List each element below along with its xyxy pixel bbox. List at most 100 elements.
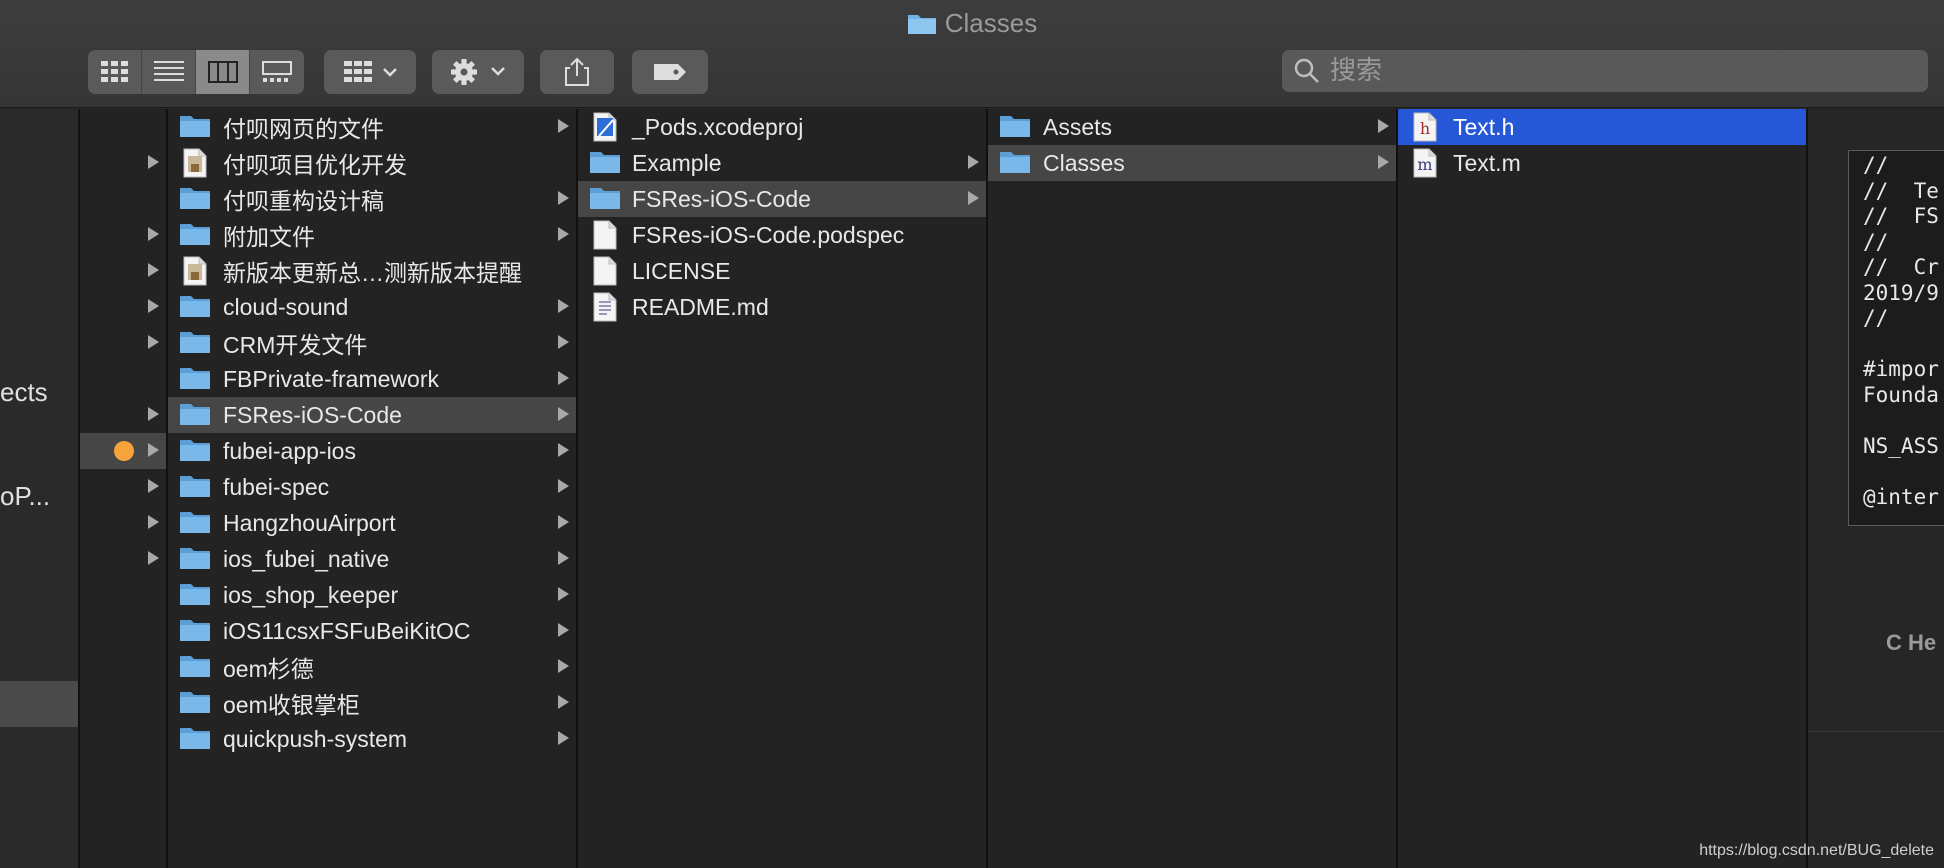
action-button[interactable]	[432, 50, 524, 94]
folder-icon	[589, 185, 621, 217]
list-item[interactable]: fubei-spec	[168, 469, 576, 505]
share-button[interactable]	[540, 50, 614, 94]
list-view-button[interactable]	[142, 50, 196, 94]
list-item[interactable]	[80, 397, 166, 433]
list-item[interactable]: 付呗网页的文件	[168, 109, 576, 145]
list-item[interactable]	[80, 433, 166, 469]
disclosure-arrow-icon[interactable]	[558, 515, 569, 529]
disclosure-arrow-icon[interactable]	[558, 695, 569, 709]
list-item[interactable]: README.md	[578, 289, 986, 325]
disclosure-arrow-icon[interactable]	[558, 659, 569, 673]
list-item[interactable]: 附加文件	[168, 217, 576, 253]
list-item[interactable]: m Text.m	[1398, 145, 1806, 181]
column-view-button[interactable]	[196, 50, 250, 94]
list-item[interactable]	[80, 505, 166, 541]
list-item[interactable]	[80, 145, 166, 181]
disclosure-arrow-icon[interactable]	[558, 587, 569, 601]
item-label: FSRes-iOS-Code.podspec	[632, 221, 905, 248]
disclosure-arrow-icon[interactable]	[558, 119, 569, 133]
list-item[interactable]	[80, 469, 166, 505]
item-label: Text.m	[1453, 149, 1521, 176]
disclosure-arrow-icon[interactable]	[1378, 155, 1389, 169]
list-item[interactable]	[80, 613, 166, 649]
list-item[interactable]: oem杉德	[168, 649, 576, 685]
disclosure-arrow-icon[interactable]	[148, 551, 159, 565]
search-input[interactable]	[1330, 56, 1890, 86]
gallery-view-button[interactable]	[250, 50, 304, 94]
list-item[interactable]: Classes	[988, 145, 1396, 181]
list-item[interactable]: 付呗项目优化开发	[168, 145, 576, 181]
list-item[interactable]: Assets	[988, 109, 1396, 145]
tag-button[interactable]	[632, 50, 708, 94]
disclosure-arrow-icon[interactable]	[148, 155, 159, 169]
disclosure-arrow-icon[interactable]	[148, 299, 159, 313]
list-item[interactable]: 付呗重构设计稿	[168, 181, 576, 217]
disclosure-arrow-icon[interactable]	[148, 515, 159, 529]
item-label: Assets	[1043, 113, 1113, 140]
list-item[interactable]	[80, 181, 166, 217]
disclosure-arrow-icon[interactable]	[1378, 119, 1389, 133]
list-item[interactable]: h Text.h	[1398, 109, 1806, 145]
search-field[interactable]	[1282, 50, 1928, 92]
list-item[interactable]: fubei-app-ios	[168, 433, 576, 469]
list-item[interactable]: oem收银掌柜	[168, 685, 576, 721]
disclosure-arrow-icon[interactable]	[148, 443, 159, 457]
list-item[interactable]	[80, 325, 166, 361]
disclosure-arrow-icon[interactable]	[558, 623, 569, 637]
list-item[interactable]	[80, 685, 166, 721]
list-item[interactable]: _Pods.xcodeproj	[578, 109, 986, 145]
list-item[interactable]	[80, 649, 166, 685]
item-label: 付呗重构设计稿	[223, 188, 384, 214]
list-item[interactable]: FBPrivate-framework	[168, 361, 576, 397]
list-item[interactable]	[80, 361, 166, 397]
sidebar-item-projects[interactable]: ects	[0, 377, 48, 408]
group-button[interactable]	[324, 50, 416, 94]
list-item[interactable]: FSRes-iOS-Code	[578, 181, 986, 217]
list-item[interactable]: FSRes-iOS-Code.podspec	[578, 217, 986, 253]
disclosure-arrow-icon[interactable]	[148, 263, 159, 277]
disclosure-arrow-icon[interactable]	[558, 299, 569, 313]
list-item[interactable]	[80, 289, 166, 325]
disclosure-arrow-icon[interactable]	[968, 155, 979, 169]
list-item[interactable]: HangzhouAirport	[168, 505, 576, 541]
disclosure-arrow-icon[interactable]	[558, 551, 569, 565]
sidebar-item-op[interactable]: oP...	[0, 481, 50, 512]
list-item[interactable]: Example	[578, 145, 986, 181]
list-item[interactable]	[80, 541, 166, 577]
list-item[interactable]: quickpush-system	[168, 721, 576, 757]
disclosure-arrow-icon[interactable]	[148, 407, 159, 421]
icon-view-button[interactable]	[88, 50, 142, 94]
disclosure-arrow-icon[interactable]	[558, 191, 569, 205]
disclosure-arrow-icon[interactable]	[148, 335, 159, 349]
disclosure-arrow-icon[interactable]	[558, 335, 569, 349]
disclosure-arrow-icon[interactable]	[558, 407, 569, 421]
list-item[interactable]: 新版本更新总…测新版本提醒	[168, 253, 576, 289]
list-item[interactable]: LICENSE	[578, 253, 986, 289]
sidebar-selected-row[interactable]	[0, 681, 78, 727]
list-item[interactable]: FSRes-iOS-Code	[168, 397, 576, 433]
list-item[interactable]: ios_shop_keeper	[168, 577, 576, 613]
disclosure-arrow-icon[interactable]	[558, 371, 569, 385]
disclosure-arrow-icon[interactable]	[968, 191, 979, 205]
list-item[interactable]	[80, 109, 166, 145]
disclosure-arrow-icon[interactable]	[558, 443, 569, 457]
disclosure-arrow-icon[interactable]	[148, 227, 159, 241]
list-item[interactable]	[80, 217, 166, 253]
disclosure-arrow-icon[interactable]	[148, 479, 159, 493]
disclosure-arrow-icon[interactable]	[558, 227, 569, 241]
list-item[interactable]: CRM开发文件	[168, 325, 576, 361]
list-item[interactable]: iOS11csxFSFuBeiKitOC	[168, 613, 576, 649]
item-label: README.md	[632, 293, 769, 320]
list-item[interactable]: ios_fubei_native	[168, 541, 576, 577]
list-item[interactable]	[80, 577, 166, 613]
search-icon	[1294, 58, 1319, 83]
list-item[interactable]	[80, 721, 166, 757]
list-item[interactable]: cloud-sound	[168, 289, 576, 325]
window-title-text: Classes	[944, 8, 1038, 38]
list-item[interactable]	[80, 253, 166, 289]
disclosure-arrow-icon[interactable]	[558, 479, 569, 493]
view-mode-control[interactable]	[88, 50, 304, 94]
disclosure-arrow-icon[interactable]	[558, 731, 569, 745]
window-toolbar: Classes	[0, 0, 1944, 108]
folder-icon	[179, 545, 211, 577]
